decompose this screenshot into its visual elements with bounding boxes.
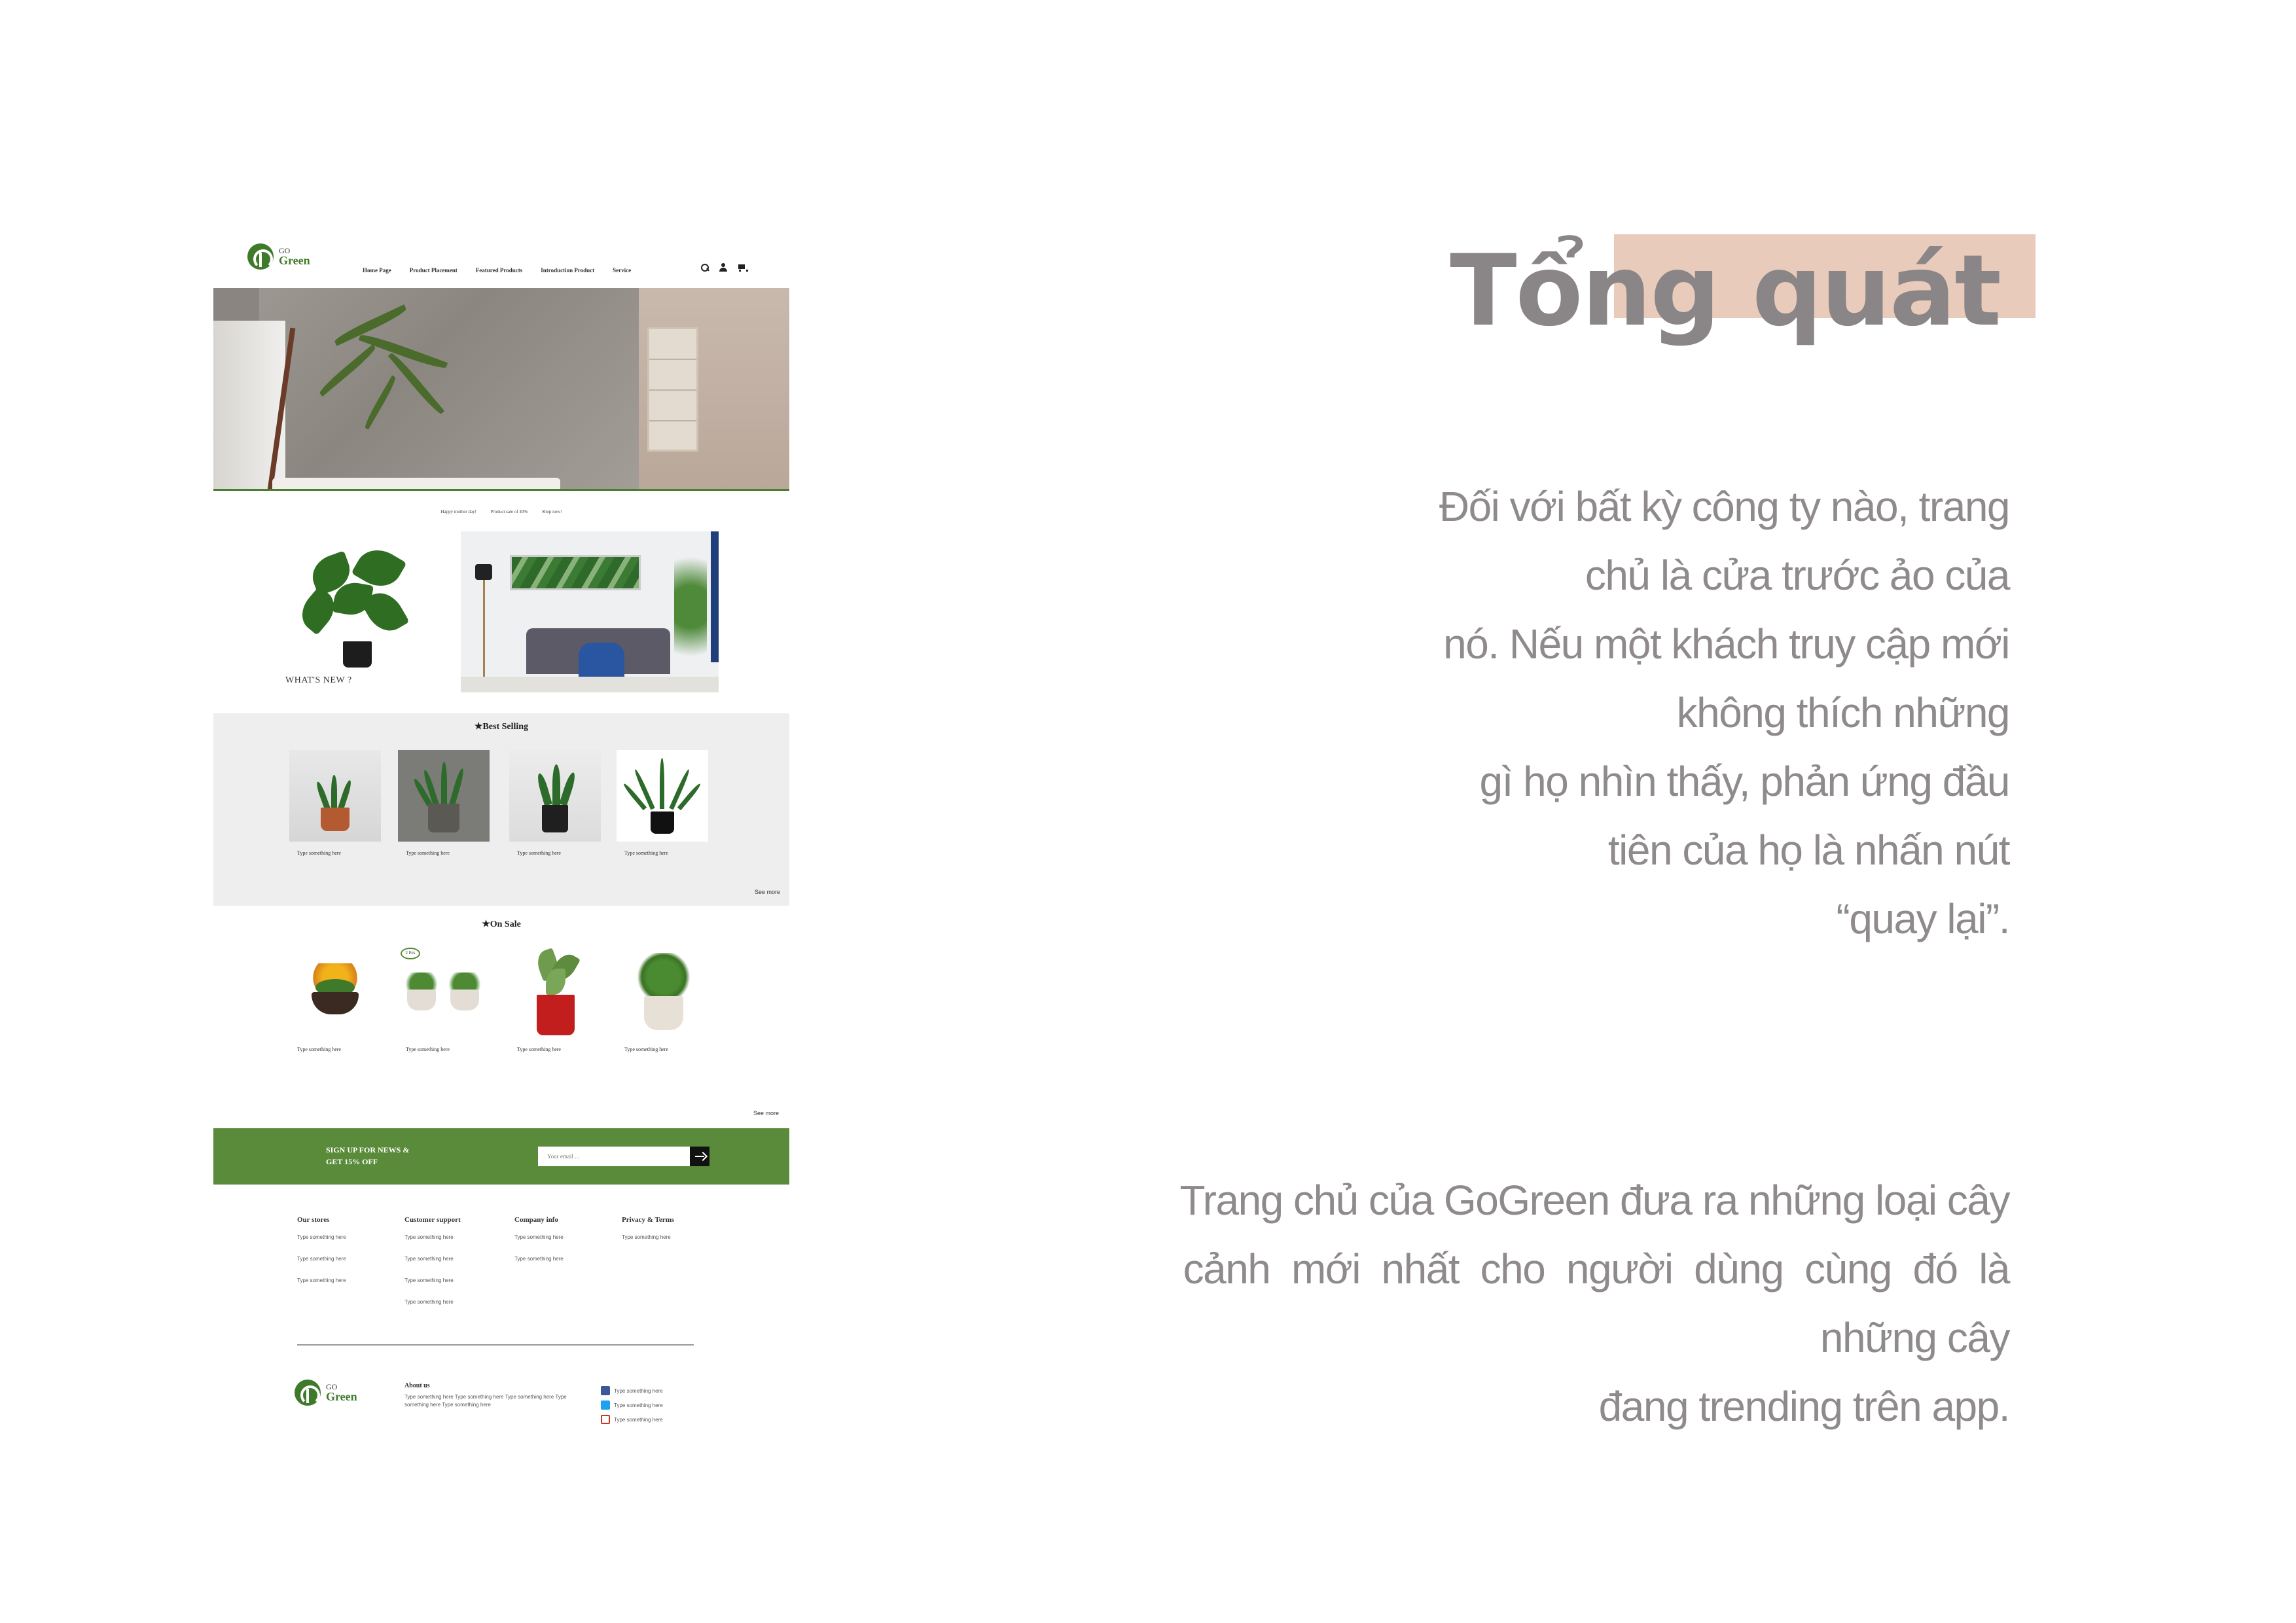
tree-logo-icon — [247, 243, 274, 270]
header-icons — [700, 263, 748, 272]
sale-product-card[interactable]: Type something here — [617, 946, 708, 1053]
sale-product-card[interactable]: Type something here — [289, 946, 381, 1053]
monstera-image — [294, 541, 416, 668]
about-us: About us Type something here Type someth… — [404, 1382, 588, 1409]
footer-privacy-terms: Privacy & Terms Type something here — [622, 1216, 726, 1256]
product-caption: Type something here — [624, 850, 668, 856]
living-room-image — [461, 531, 719, 692]
twitter-icon — [601, 1400, 610, 1410]
footer-company-info: Company info Type something here Type so… — [514, 1216, 619, 1277]
site-header: GO Green Home Page Product Placement Fea… — [213, 236, 789, 288]
tree-logo-icon — [295, 1380, 321, 1406]
quantity-badge: 2 Pcs — [401, 948, 420, 959]
product-caption: Type something here — [406, 1046, 450, 1052]
mail-icon — [601, 1415, 610, 1424]
site-logo[interactable]: GO Green — [247, 243, 310, 270]
product-caption: Type something here — [297, 1046, 341, 1052]
product-caption: Type something here — [517, 1046, 561, 1052]
user-icon[interactable] — [719, 263, 728, 272]
facebook-link[interactable]: Type something here — [601, 1386, 663, 1395]
nav-service[interactable]: Service — [613, 267, 631, 274]
product-card[interactable]: Type something here — [617, 750, 708, 857]
page-title: Tổng quát — [1450, 234, 2001, 348]
nav-featured-products[interactable]: Featured Products — [476, 267, 522, 274]
logo-green-text: Green — [279, 254, 310, 267]
product-caption: Type something here — [297, 850, 341, 856]
footer-customer-support: Customer support Type something here Typ… — [404, 1216, 509, 1321]
footer-link[interactable]: Type something here — [404, 1234, 509, 1240]
search-icon[interactable] — [700, 263, 709, 272]
nav-introduction-product[interactable]: Introduction Product — [541, 267, 594, 274]
paragraph-homepage: Trang chủ của GoGreen đưa ra những loại … — [1179, 1177, 2010, 1430]
main-nav: Home Page Product Placement Featured Pro… — [363, 267, 631, 274]
sale-product-card[interactable]: 2 Pcs Type something here — [398, 946, 490, 1053]
on-sale-title: ★On Sale — [482, 919, 521, 929]
footer-link[interactable]: Type something here — [514, 1234, 619, 1240]
footer-link[interactable]: Type something here — [297, 1277, 402, 1283]
footer-link[interactable]: Type something here — [404, 1277, 509, 1283]
footer-link[interactable]: Type something here — [297, 1234, 402, 1240]
sale-product-card[interactable]: Type something here — [509, 946, 601, 1053]
homepage-mockup: GO Green Home Page Product Placement Fea… — [213, 236, 789, 1446]
promo-strip: Happy mother day! Product sale of 40% Sh… — [213, 509, 789, 514]
footer-logo[interactable]: GO Green — [295, 1380, 357, 1406]
email-input[interactable] — [538, 1147, 690, 1166]
about-title: About us — [404, 1382, 430, 1389]
promo-shop-link[interactable]: Shop now! — [542, 509, 562, 514]
product-card[interactable]: Type something here — [509, 750, 601, 857]
newsletter-bar: SIGN UP FOR NEWS & GET 15% OFF — [213, 1128, 789, 1185]
product-caption: Type something here — [624, 1046, 668, 1052]
whats-new-label[interactable]: WHAT'S NEW ? — [285, 675, 352, 686]
best-selling-section: ★Best Selling Type something here Type s… — [213, 713, 789, 906]
arrow-right-icon[interactable] — [690, 1147, 709, 1166]
nav-home[interactable]: Home Page — [363, 267, 391, 274]
paragraph-intro: Đối với bất kỳ công ty nào, trang chủ là… — [1439, 483, 2011, 942]
promo-text-2: Product sale of 40% — [490, 509, 528, 514]
footer-link[interactable]: Type something here — [622, 1234, 726, 1240]
footer-divider — [297, 1344, 694, 1346]
hero-banner — [213, 288, 789, 491]
promo-text-1: Happy mother day! — [440, 509, 476, 514]
on-sale-see-more[interactable]: See more — [753, 1110, 779, 1116]
product-card[interactable]: Type something here — [289, 750, 381, 857]
footer-link[interactable]: Type something here — [404, 1256, 509, 1262]
footer-link[interactable]: Type something here — [514, 1256, 619, 1262]
product-caption: Type something here — [517, 850, 561, 856]
footer-our-stores: Our stores Type something here Type some… — [297, 1216, 402, 1299]
newsletter-text: SIGN UP FOR NEWS & GET 15% OFF — [326, 1145, 410, 1166]
best-selling-title: ★Best Selling — [474, 722, 529, 732]
best-selling-see-more[interactable]: See more — [755, 889, 780, 895]
nav-product-placement[interactable]: Product Placement — [410, 267, 457, 274]
footer-link[interactable]: Type something here — [404, 1299, 509, 1305]
product-caption: Type something here — [406, 850, 450, 856]
mail-link[interactable]: Type something here — [601, 1415, 663, 1424]
footer-link[interactable]: Type something here — [297, 1256, 402, 1262]
social-links: Type something here Type something here … — [601, 1386, 663, 1429]
twitter-link[interactable]: Type something here — [601, 1400, 663, 1410]
cart-icon[interactable] — [737, 263, 748, 272]
product-card[interactable]: Type something here — [398, 750, 490, 857]
facebook-icon — [601, 1386, 610, 1395]
about-text: Type something here Type something here … — [404, 1394, 567, 1408]
